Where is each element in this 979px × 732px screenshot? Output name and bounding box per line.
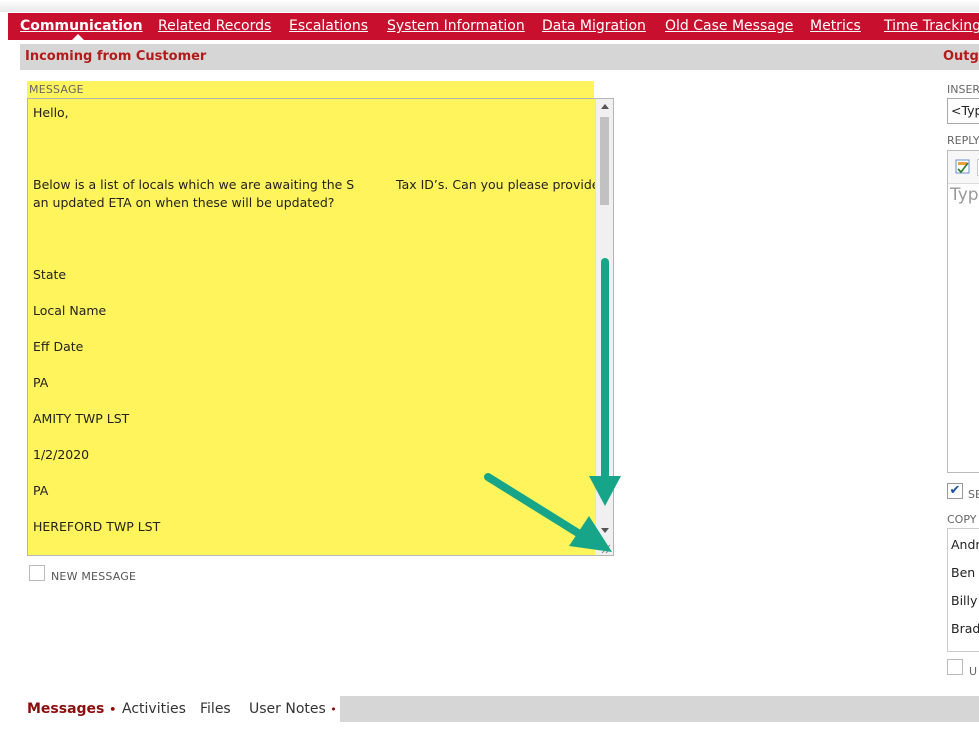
reply-editor[interactable]: Type <box>947 150 979 473</box>
message-line: an updated ETA on when these will be upd… <box>33 195 335 210</box>
tab-activities[interactable]: Activities <box>122 696 186 723</box>
send-checkbox[interactable]: ✔ <box>947 483 963 499</box>
message-field-label: MESSAGE <box>27 81 594 99</box>
tab-data-migration[interactable]: Data Migration <box>542 13 646 40</box>
incoming-section-title: Incoming from Customer <box>25 49 207 64</box>
message-line: State <box>33 267 67 282</box>
message-line: PA <box>33 375 49 390</box>
message-scrollbar[interactable] <box>595 99 613 539</box>
tab-user-notes[interactable]: User Notes • <box>249 696 337 723</box>
new-message-label: NEW MESSAGE <box>51 570 137 583</box>
copy-recipients-list[interactable]: Andr Ben Billy Brad <box>947 528 979 652</box>
use-label: U <box>969 665 978 678</box>
active-tab-caret-icon <box>72 34 84 40</box>
reply-toolbar <box>948 151 979 184</box>
scroll-down-arrow-icon[interactable] <box>601 528 609 533</box>
tab-escalations[interactable]: Escalations <box>289 13 368 40</box>
message-line: Eff Date <box>33 339 84 354</box>
reply-label: REPLY <box>947 134 979 147</box>
use-checkbox[interactable] <box>947 659 963 675</box>
message-line: HEREFORD TWP LST <box>33 519 161 534</box>
tab-messages[interactable]: Messages • <box>27 696 116 723</box>
message-line: Hello, <box>33 105 69 120</box>
message-line: PA <box>33 483 49 498</box>
tab-files[interactable]: Files <box>200 696 231 723</box>
list-item[interactable]: Billy <box>951 593 977 608</box>
insert-template-select[interactable]: <Typ <box>947 98 979 124</box>
record-tab-bar: Communication Related Records Escalation… <box>8 13 979 40</box>
tab-metrics[interactable]: Metrics <box>810 13 861 40</box>
bottom-tab-bar: Messages • Activities Files User Notes • <box>16 696 979 722</box>
tab-old-case-message[interactable]: Old Case Message <box>665 13 793 40</box>
resize-handle-icon[interactable] <box>595 539 613 555</box>
message-line: Below is a list of locals which we are a… <box>33 177 355 192</box>
tab-time-tracking[interactable]: Time Tracking <box>884 13 979 40</box>
copy-label: COPY <box>947 513 977 526</box>
message-textarea[interactable]: Hello, Below is a list of locals which w… <box>27 98 614 556</box>
top-strip <box>0 0 979 12</box>
section-header-bar: Incoming from Customer Outgo <box>20 44 979 70</box>
scroll-up-arrow-icon[interactable] <box>601 104 609 109</box>
insert-label: INSER <box>947 83 979 96</box>
spellcheck-icon[interactable] <box>955 159 971 175</box>
message-line: Local Name <box>33 303 107 318</box>
list-item[interactable]: Brad <box>951 621 979 636</box>
message-line: 1/2/2020 <box>33 447 90 462</box>
list-item[interactable]: Ben <box>951 565 975 580</box>
scrollbar-thumb[interactable] <box>600 117 609 205</box>
reply-placeholder: Type <box>950 185 979 205</box>
send-label: SE <box>968 488 979 501</box>
outgoing-section-title: Outgo <box>943 49 979 64</box>
message-line: Tax ID’s. Can you please provide <box>396 177 600 192</box>
list-item[interactable]: Andr <box>951 537 979 552</box>
new-message-checkbox[interactable] <box>29 565 45 581</box>
tab-related-records[interactable]: Related Records <box>158 13 271 40</box>
tab-system-information[interactable]: System Information <box>387 13 525 40</box>
message-line: AMITY TWP LST <box>33 411 130 426</box>
